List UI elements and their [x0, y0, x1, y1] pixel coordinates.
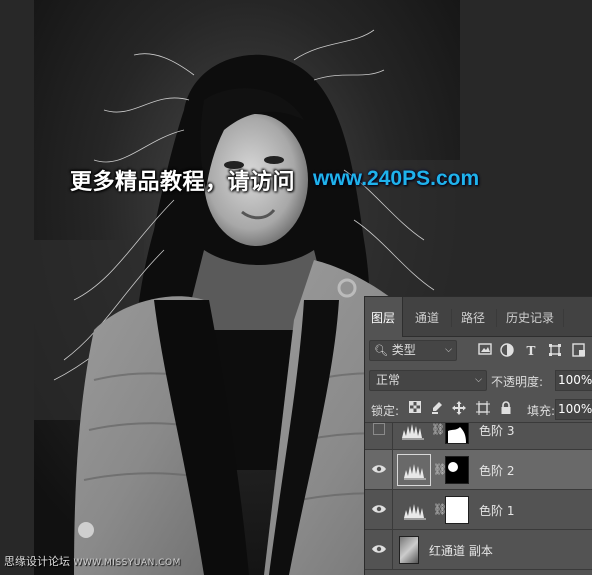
- layer-name: 色阶 3: [479, 424, 515, 438]
- fill-label: 填充:: [527, 404, 556, 418]
- visibility-toggle[interactable]: [365, 490, 393, 530]
- layer-row-levels-2[interactable]: ⛓︎ 色阶 2: [365, 450, 592, 490]
- tab-paths[interactable]: 路径: [455, 297, 491, 337]
- layer-name: 红通道 副本: [429, 544, 493, 558]
- layer-mask-thumbnail[interactable]: [445, 423, 469, 444]
- lock-artboard-icon[interactable]: [475, 401, 491, 417]
- lock-all-icon[interactable]: [498, 401, 514, 417]
- type-filter-icon[interactable]: T: [523, 343, 539, 359]
- tab-channels[interactable]: 通道: [409, 297, 445, 337]
- link-chain-icon[interactable]: ⛓︎: [433, 502, 447, 518]
- tab-divider: [451, 309, 452, 327]
- opacity-label: 不透明度:: [491, 375, 544, 389]
- layer-row-levels-1[interactable]: ⛓︎ 色阶 1: [365, 490, 592, 530]
- panel-tab-bar: 图层 通道 路径 历史记录: [365, 297, 592, 337]
- promo-url: www.240PS.com: [313, 167, 480, 190]
- tab-divider: [496, 309, 497, 327]
- site-watermark: 思缘设计论坛 WWW.MISSYUAN.COM: [4, 553, 181, 569]
- lock-label: 锁定:: [371, 404, 400, 418]
- link-chain-icon[interactable]: ⛓︎: [433, 462, 447, 478]
- shape-filter-icon[interactable]: [547, 343, 563, 359]
- blend-row: 正常 ⌵ 不透明度: 100%: [365, 367, 592, 395]
- adjustment-filter-icon[interactable]: [499, 343, 515, 359]
- filter-kind-select[interactable]: 🔍︎ 类型 ⌵: [369, 340, 457, 361]
- lock-paint-icon[interactable]: [429, 401, 445, 417]
- visibility-toggle[interactable]: [365, 450, 393, 490]
- visibility-off-box: [373, 423, 385, 435]
- link-chain-icon[interactable]: ⛓︎: [431, 423, 445, 438]
- search-icon: 🔍︎: [374, 344, 388, 357]
- chevron-down-icon: ⌵: [445, 345, 452, 355]
- blend-mode-value: 正常: [376, 373, 401, 387]
- visibility-toggle[interactable]: [365, 423, 393, 450]
- levels-adjustment-icon: [404, 464, 426, 480]
- visibility-toggle[interactable]: [365, 530, 393, 570]
- layer-row-levels-3[interactable]: ⛓︎ 色阶 3: [365, 423, 592, 450]
- eye-icon: [372, 505, 386, 513]
- layer-name: 色阶 1: [479, 504, 515, 518]
- smart-object-filter-icon[interactable]: [571, 343, 587, 359]
- layer-name: 色阶 2: [479, 464, 515, 478]
- tab-divider: [563, 309, 564, 327]
- layer-image-thumbnail[interactable]: [399, 536, 419, 564]
- layer-list: ⛓︎ 色阶 3 ⛓︎ 色阶 2 ⛓︎ 色阶 1 红通道 副本: [365, 423, 592, 575]
- filter-kind-label: 类型: [391, 343, 416, 357]
- fill-field[interactable]: 100%: [555, 399, 592, 420]
- layer-filter-row: 🔍︎ 类型 ⌵ T: [365, 337, 592, 367]
- tab-layers[interactable]: 图层: [365, 297, 403, 337]
- site-watermark-name: 思缘设计论坛: [4, 555, 70, 568]
- layer-mask-thumbnail[interactable]: [445, 456, 469, 484]
- layer-mask-thumbnail[interactable]: [445, 496, 469, 524]
- eye-icon: [372, 545, 386, 553]
- tab-history[interactable]: 历史记录: [500, 297, 560, 337]
- lock-row: 锁定: 填充: 100%: [365, 395, 592, 423]
- chevron-down-icon: ⌵: [475, 375, 482, 385]
- blend-mode-select[interactable]: 正常 ⌵: [369, 370, 487, 391]
- site-watermark-url: WWW.MISSYUAN.COM: [73, 558, 181, 568]
- opacity-field[interactable]: 100%: [555, 370, 592, 391]
- layers-panel: 图层 通道 路径 历史记录 🔍︎ 类型 ⌵ T 正常 ⌵ 不透明度: 100% …: [364, 296, 592, 575]
- lock-position-icon[interactable]: [451, 401, 467, 417]
- promo-text: 更多精品教程，请访问: [70, 170, 296, 195]
- image-filter-icon[interactable]: [477, 343, 493, 359]
- levels-adjustment-icon: [404, 504, 426, 520]
- levels-adjustment-icon: [402, 424, 424, 440]
- layer-row-red-channel-copy[interactable]: 红通道 副本: [365, 530, 592, 570]
- eye-icon: [372, 465, 386, 473]
- lock-transparent-icon[interactable]: [407, 401, 423, 417]
